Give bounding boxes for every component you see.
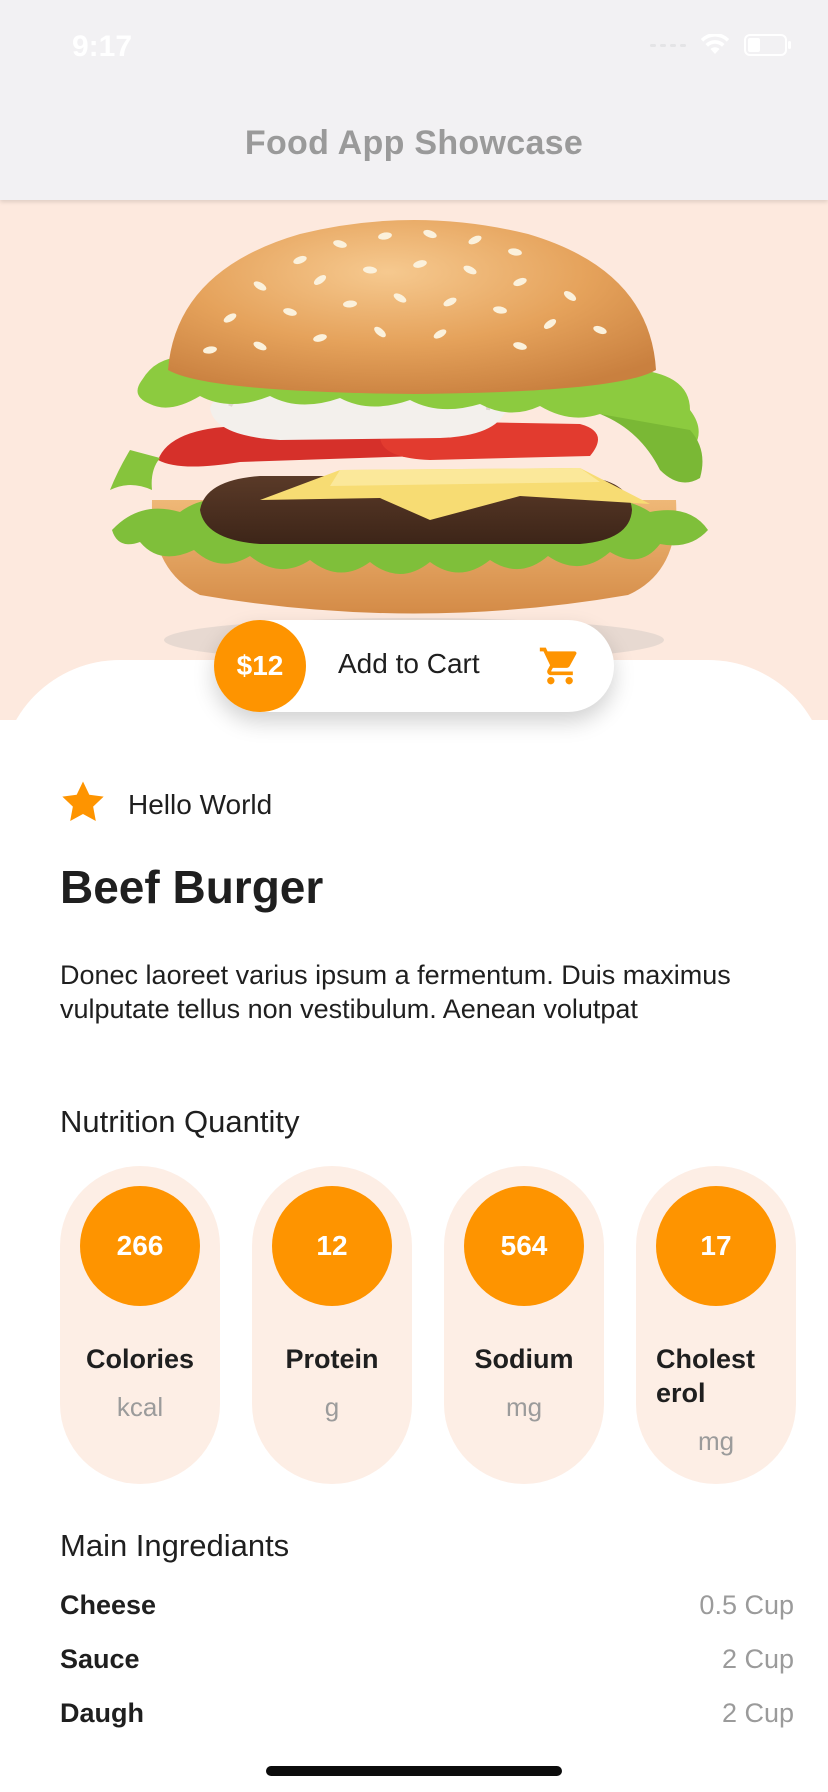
price-badge: $12 [214,620,306,712]
rating-text: Hello World [128,788,273,820]
nav-title: Food App Showcase [244,124,584,162]
ingredient-row: Daugh 2 Cup [60,1698,794,1729]
ingredient-qty: 0.5 Cup [699,1590,794,1620]
nutrition-item: 564 Sodium mg [444,1166,604,1484]
nutrition-item: 12 Protein g [252,1166,412,1484]
nutrition-unit: mg [505,1392,543,1422]
nutrition-item: 266 Colories kcal [60,1166,220,1484]
battery-icon [744,34,792,56]
wifi-icon [700,34,730,56]
nutrition-unit: g [324,1392,340,1422]
nutrition-item: 17 Cholesterol mg [636,1166,796,1484]
ingredient-name: Sauce [60,1644,140,1674]
ingredient-qty: 2 Cup [721,1698,794,1728]
signal-icon [650,43,686,47]
nutrition-value: 17 [656,1186,776,1306]
star-icon [60,780,106,829]
nutrition-name: Protein [285,1344,379,1374]
rating-row: Hello World [60,780,272,829]
ingredient-qty: 2 Cup [721,1644,794,1674]
home-indicator[interactable] [266,1766,562,1776]
add-to-cart-button[interactable]: $12 Add to Cart [214,620,614,712]
status-indicators [650,34,792,56]
nutrition-unit: kcal [116,1392,164,1422]
product-description: Donec laoreet varius ipsum a fermentum. … [60,960,731,1024]
nutrition-value: 12 [272,1186,392,1306]
ingredient-name: Cheese [60,1590,157,1620]
nutrition-value: 266 [80,1186,200,1306]
nutrition-value: 564 [464,1186,584,1306]
product-title: Beef Burger [60,861,324,913]
nutrition-name: Cholesterol [656,1344,756,1408]
nutrition-name: Sodium [474,1344,574,1374]
ingredients-heading: Main Ingrediants [60,1528,290,1563]
ingredient-name: Daugh [60,1698,144,1728]
status-time: 9:17 [72,30,133,63]
ingredient-row: Sauce 2 Cup [60,1644,794,1675]
cart-icon [538,644,582,693]
nutrition-list: 266 Colories kcal 12 Protein g 564 Sodiu… [60,1166,800,1484]
navigation-bar: 9:17 Food App Showcase [0,0,828,200]
nutrition-heading: Nutrition Quantity [60,1104,300,1139]
add-to-cart-label: Add to Cart [338,648,480,679]
ingredient-row: Cheese 0.5 Cup [60,1590,794,1621]
nutrition-unit: mg [697,1426,735,1456]
nutrition-name: Colories [85,1344,195,1374]
